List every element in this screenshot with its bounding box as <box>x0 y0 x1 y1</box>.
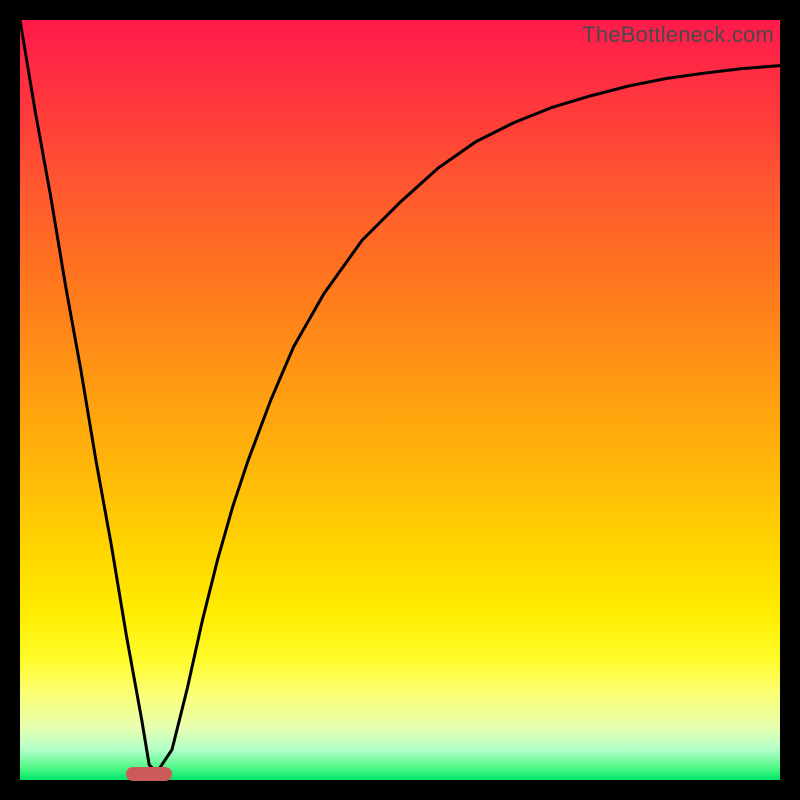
bottleneck-curve <box>20 20 780 780</box>
chart-frame: TheBottleneck.com <box>0 0 800 800</box>
curve-path <box>20 20 780 772</box>
plot-area: TheBottleneck.com <box>20 20 780 780</box>
optimal-range-marker <box>126 767 172 781</box>
